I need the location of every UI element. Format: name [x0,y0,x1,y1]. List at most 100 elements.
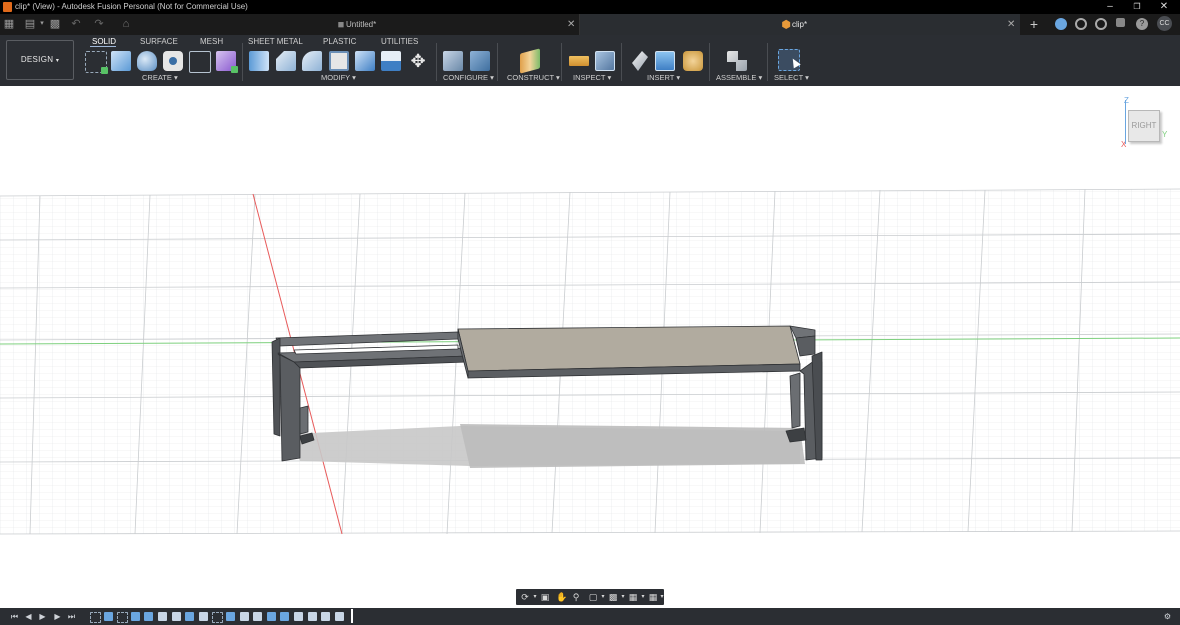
extrude-icon[interactable] [111,51,131,71]
display-dropdown-icon[interactable]: ▾ [618,592,628,602]
undo-icon[interactable]: ↶ [70,18,82,30]
timeline-sketch-icon[interactable] [90,612,101,623]
close-button[interactable]: ✕ [1153,0,1175,14]
notifications-icon[interactable] [1116,18,1125,27]
tab-plastic[interactable]: PLASTIC [323,37,356,46]
view-cube-face-right[interactable]: RIGHT [1128,110,1160,142]
pan-icon[interactable]: ✋ [556,592,567,602]
file-menu-icon[interactable]: ▤ [24,18,36,30]
tab-mesh[interactable]: MESH [200,37,223,46]
viewports-dropdown-icon[interactable]: ▾ [657,592,667,602]
group-create[interactable]: CREATE ▾ [142,73,178,82]
move-copy-icon[interactable]: ✥ [408,51,428,71]
tab-surface[interactable]: SURFACE [140,37,178,46]
pattern-icon[interactable] [189,51,211,73]
tab-untitled-close-icon[interactable]: ✕ [567,14,575,35]
minimize-button[interactable]: – [1099,0,1121,14]
timeline-fillet-icon[interactable] [321,612,331,621]
tab-clip[interactable]: ⬢ clip* ✕ [580,14,1020,35]
file-dropdown-icon[interactable]: ▾ [36,18,48,30]
look-at-icon[interactable]: ▣ [540,592,550,602]
timeline-back-icon[interactable]: ◀ [24,612,33,621]
tab-solid[interactable]: SOLID [92,37,116,46]
group-modify[interactable]: MODIFY ▾ [321,73,356,82]
group-inspect[interactable]: INSPECT ▾ [573,73,611,82]
restore-button[interactable]: ❐ [1126,0,1148,14]
create-sketch-icon[interactable] [85,51,108,74]
timeline-extrude-icon[interactable] [144,612,154,621]
fit-dropdown-icon[interactable]: ▾ [598,592,608,602]
timeline-fillet-icon[interactable] [307,612,317,621]
new-component-icon[interactable] [727,51,747,71]
group-construct[interactable]: CONSTRUCT ▾ [507,73,560,82]
user-avatar[interactable]: CC [1157,16,1172,31]
timeline-fillet-icon[interactable] [158,612,167,621]
timeline-sketch-icon[interactable] [117,612,129,623]
timeline-extrude-icon[interactable] [130,612,140,621]
apps-grid-icon[interactable]: ▦ [3,18,15,30]
chamfer-icon[interactable] [302,51,322,71]
timeline-forward-icon[interactable]: ▶ [53,612,62,621]
fillet-icon[interactable] [276,51,296,71]
timeline-extrude-icon[interactable] [266,612,276,621]
configure-rule-icon[interactable] [470,51,490,71]
workspace-switcher[interactable]: DESIGN ▾ [6,40,74,80]
timeline-end-icon[interactable]: ⏭ [67,612,76,621]
timeline-extrude-icon[interactable] [280,612,290,621]
display-settings-icon[interactable]: ▩ [608,592,618,602]
scene-canvas[interactable] [0,86,1180,608]
help-icon[interactable]: ? [1136,18,1148,30]
timeline-fillet-icon[interactable] [239,612,249,621]
timeline-marker[interactable] [351,609,353,623]
insert-mcmaster-icon[interactable] [683,51,703,71]
shell-icon[interactable] [329,51,349,71]
combine-icon[interactable] [355,51,375,71]
group-configure[interactable]: CONFIGURE ▾ [443,73,494,82]
group-select[interactable]: SELECT ▾ [774,73,809,82]
interference-icon[interactable] [595,51,615,71]
orbit-icon[interactable]: ⟳ [520,592,530,602]
timeline-fillet-icon[interactable] [253,612,263,621]
orbit-dropdown-icon[interactable]: ▾ [530,592,540,602]
3d-viewport[interactable]: Z Y X RIGHT [0,86,1180,608]
hole-icon[interactable] [163,51,183,71]
redo-icon[interactable]: ↷ [93,18,105,30]
revolve-icon[interactable] [137,51,157,71]
tab-sheet-metal[interactable]: SHEET METAL [248,37,303,46]
tab-clip-close-icon[interactable]: ✕ [1007,14,1015,35]
online-status-icon[interactable] [1095,18,1107,30]
timeline-start-icon[interactable]: ⏮ [10,612,19,621]
timeline-fillet-icon[interactable] [171,612,181,621]
offset-plane-icon[interactable] [520,48,540,74]
tab-untitled[interactable]: ■ Untitled* ✕ [150,14,580,35]
timeline-fillet-icon[interactable] [334,612,344,621]
grid-settings-icon[interactable]: ▦ [628,592,638,602]
tab-utilities[interactable]: UTILITIES [381,37,418,46]
timeline-extrude-icon[interactable] [185,612,195,621]
insert-derive-icon[interactable] [632,51,648,71]
configure-table-icon[interactable] [443,51,463,71]
home-icon[interactable]: ⌂ [120,18,132,30]
timeline-sketch-icon[interactable] [212,612,224,623]
zoom-icon[interactable]: ⚲ [571,592,581,602]
timeline-play-icon[interactable]: ▶ [38,612,47,621]
view-cube[interactable]: Z Y X RIGHT [1120,96,1170,152]
timeline-fillet-icon[interactable] [294,612,303,621]
press-pull-icon[interactable] [249,51,269,71]
fit-icon[interactable]: ▢ [588,592,598,602]
save-icon[interactable]: ▩ [49,18,61,30]
grid-dropdown-icon[interactable]: ▾ [638,592,648,602]
measure-icon[interactable] [569,56,589,66]
group-insert[interactable]: INSERT ▾ [647,73,680,82]
timeline-fillet-icon[interactable] [198,612,208,621]
timeline-settings-icon[interactable]: ⚙ [1163,612,1172,621]
insert-canvas-icon[interactable] [655,51,675,71]
split-body-icon[interactable] [381,51,401,71]
timeline-extrude-icon[interactable] [226,612,235,621]
job-status-icon[interactable] [1075,18,1087,30]
timeline-extrude-icon[interactable] [103,612,113,621]
group-assemble[interactable]: ASSEMBLE ▾ [716,73,762,82]
select-icon[interactable] [778,49,801,71]
extensions-icon[interactable] [1055,18,1067,30]
create-form-icon[interactable] [216,51,238,73]
